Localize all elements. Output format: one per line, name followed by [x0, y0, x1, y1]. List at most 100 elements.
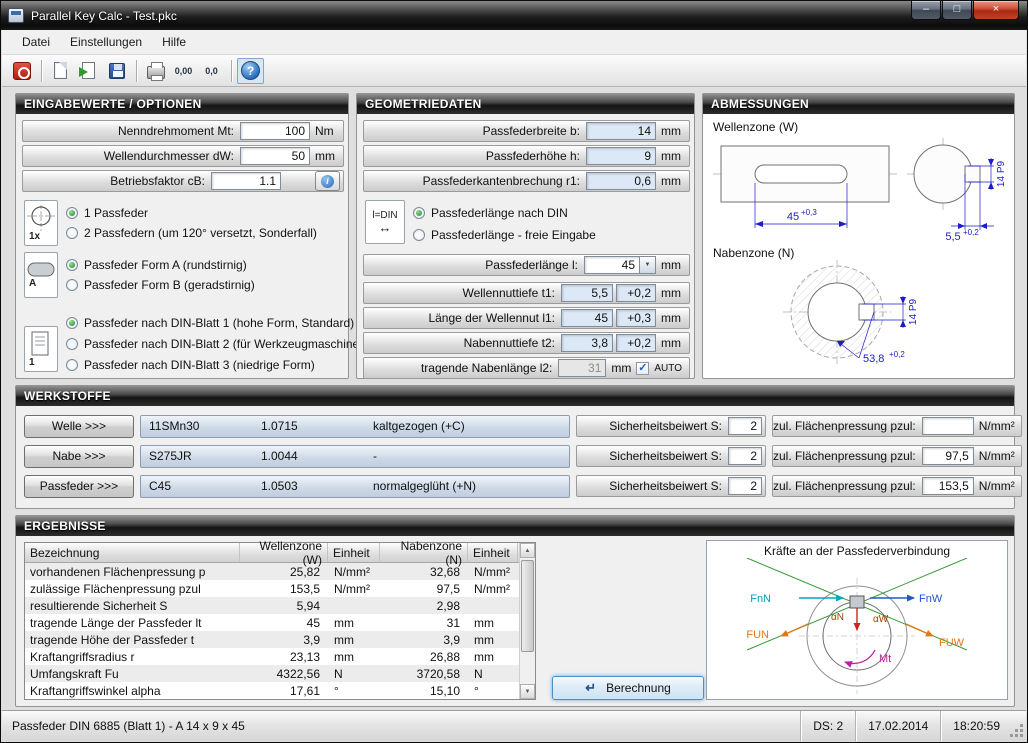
- passfederlaenge-dropdown[interactable]: ▼: [640, 256, 656, 274]
- passfeder-anzahl-icon: 1x: [24, 200, 58, 246]
- material-treatment: normalgeglüht (+N): [373, 479, 569, 493]
- passfeder-material-bar[interactable]: C45 1.0503 normalgeglüht (+N): [140, 475, 570, 498]
- radio-2-passfedern[interactable]: 2 Passfedern (um 120° versetzt, Sonderfa…: [66, 226, 317, 240]
- radio-1-passfeder[interactable]: 1 Passfeder: [66, 206, 148, 220]
- wellennuttiefe-input[interactable]: 5,5: [561, 284, 613, 302]
- exit-icon: [13, 62, 31, 80]
- radio-din-blatt-2[interactable]: Passfeder nach DIN-Blatt 2 (für Werkzeug…: [66, 337, 370, 351]
- nenndrehmoment-input[interactable]: 100: [240, 122, 310, 140]
- radio-icon[interactable]: [413, 207, 425, 219]
- col-einheit-1[interactable]: Einheit: [328, 543, 380, 562]
- app-icon: [8, 8, 24, 23]
- status-bar: Passfeder DIN 6885 (Blatt 1) - A 14 x 9 …: [2, 710, 1026, 741]
- open-file-button[interactable]: [75, 58, 102, 84]
- table-scrollbar[interactable]: ▲ ▼: [519, 543, 535, 699]
- col-einheit-2[interactable]: Einheit: [468, 543, 518, 562]
- decimal-increase-button[interactable]: 0,00: [170, 58, 197, 84]
- werkstoff-row-passfeder: Passfeder >>> C45 1.0503 normalgeglüht (…: [24, 474, 1006, 498]
- save-icon: [109, 63, 125, 79]
- dim-welle-laenge: 45: [787, 211, 799, 223]
- exit-button[interactable]: [8, 58, 35, 84]
- sicherheitsbeiwert-input[interactable]: 2: [728, 477, 762, 495]
- sicherheitsbeiwert-label: Sicherheitsbeiwert S:: [577, 449, 728, 463]
- nabennuttiefe-input[interactable]: 3,8: [561, 334, 613, 352]
- minimize-icon: –: [923, 3, 929, 15]
- col-bezeichnung[interactable]: Bezeichnung: [25, 543, 240, 562]
- decimal-decrease-button[interactable]: 0,0: [198, 58, 225, 84]
- cell: mm: [468, 650, 518, 664]
- berechnung-label: Berechnung: [606, 681, 671, 695]
- passfederhoehe-input[interactable]: 9: [586, 147, 656, 165]
- maximize-button[interactable]: □: [942, 1, 972, 20]
- flaechenpressung-input[interactable]: 97,5: [922, 447, 974, 465]
- passfederbreite-input[interactable]: 14: [586, 122, 656, 140]
- sicherheitsbeiwert-input[interactable]: 2: [728, 447, 762, 465]
- label-alpha-w: αW: [873, 614, 889, 625]
- flaechenpressung-input[interactable]: 153,5: [922, 477, 974, 495]
- cell: mm: [468, 633, 518, 647]
- help-button[interactable]: ?: [237, 58, 264, 84]
- wellennut-laenge-input[interactable]: 45: [561, 309, 613, 327]
- radio-icon[interactable]: [413, 229, 425, 241]
- radio-form-b[interactable]: Passfeder Form B (geradstirnig): [66, 278, 255, 292]
- wellennuttiefe-toleranz[interactable]: +0,2: [616, 284, 656, 302]
- passfeder-form-icon: A: [24, 252, 58, 298]
- title-bar[interactable]: Parallel Key Calc - Test.pkc – □ ×: [1, 1, 1027, 30]
- label-fuw: FUW: [939, 637, 965, 649]
- radio-din-blatt-1[interactable]: Passfeder nach DIN-Blatt 1 (hohe Form, S…: [66, 316, 354, 330]
- nabe-button[interactable]: Nabe >>>: [24, 445, 134, 468]
- passfeder-button[interactable]: Passfeder >>>: [24, 475, 134, 498]
- berechnung-button[interactable]: ↵ Berechnung: [552, 676, 704, 700]
- panel-ergebnisse: ERGEBNISSE Bezeichnung Wellenzone (W) Ei…: [15, 515, 1015, 707]
- results-table: Bezeichnung Wellenzone (W) Einheit Naben…: [24, 542, 536, 700]
- radio-icon[interactable]: [66, 359, 78, 371]
- welle-material-bar[interactable]: 11SMn30 1.0715 kaltgezogen (+C): [140, 415, 570, 438]
- radio-icon[interactable]: [66, 279, 78, 291]
- close-button[interactable]: ×: [973, 1, 1019, 20]
- passfederlaenge-input[interactable]: 45: [584, 256, 640, 274]
- sicherheitsbeiwert-input[interactable]: 2: [728, 417, 762, 435]
- flaechenpressung-input[interactable]: [922, 417, 974, 435]
- cell: 3720,58: [380, 667, 468, 681]
- table-row: tragende Länge der Passfeder lt45mm31mm: [25, 614, 520, 631]
- radio-din-blatt-3[interactable]: Passfeder nach DIN-Blatt 3 (niedrige For…: [66, 358, 315, 372]
- save-button[interactable]: [103, 58, 130, 84]
- nabennuttiefe-toleranz[interactable]: +0,2: [616, 334, 656, 352]
- table-row: Kraftangriffsradius r23,13mm26,88mm: [25, 648, 520, 665]
- kantenbrechung-input[interactable]: 0,6: [586, 172, 656, 190]
- wellendurchmesser-input[interactable]: 50: [240, 147, 310, 165]
- radio-laenge-frei[interactable]: Passfederlänge - freie Eingabe: [413, 228, 596, 242]
- scroll-up-button[interactable]: ▲: [520, 543, 535, 558]
- scroll-down-button[interactable]: ▼: [520, 684, 535, 699]
- minimize-button[interactable]: –: [911, 1, 941, 20]
- print-button[interactable]: [142, 58, 169, 84]
- radio-icon[interactable]: [66, 259, 78, 271]
- radio-laenge-nach-din[interactable]: Passfederlänge nach DIN: [413, 206, 568, 220]
- resize-grip[interactable]: [1012, 711, 1026, 741]
- radio-icon[interactable]: [66, 317, 78, 329]
- radio-form-a[interactable]: Passfeder Form A (rundstirnig): [66, 258, 247, 272]
- material-name: C45: [141, 479, 261, 493]
- auto-checkbox[interactable]: ✓: [636, 362, 649, 375]
- welle-button[interactable]: Welle >>>: [24, 415, 134, 438]
- wellenzone-drawing: 45 +0,3 14 P9 5,5 +0,2: [707, 134, 1012, 246]
- cell: resultierende Sicherheit S: [25, 599, 240, 613]
- radio-icon[interactable]: [66, 207, 78, 219]
- wellendurchmesser-row: Wellendurchmesser dW: 50 mm: [22, 145, 344, 167]
- radio-icon[interactable]: [66, 338, 78, 350]
- material-number: 1.0044: [261, 449, 373, 463]
- col-nabenzone[interactable]: Nabenzone (N): [380, 543, 468, 562]
- wellennut-laenge-toleranz[interactable]: +0,3: [616, 309, 656, 327]
- scroll-thumb[interactable]: [521, 560, 534, 652]
- radio-icon[interactable]: [66, 227, 78, 239]
- betriebsfaktor-input[interactable]: 1.1: [211, 172, 281, 190]
- nabe-material-bar[interactable]: S275JR 1.0044 -: [140, 445, 570, 468]
- new-file-button[interactable]: [47, 58, 74, 84]
- nabenzone-drawing: 14 P9 53,8 +0,2: [707, 260, 1012, 374]
- menu-datei[interactable]: Datei: [12, 31, 60, 53]
- menu-hilfe[interactable]: Hilfe: [152, 31, 196, 53]
- betriebsfaktor-info-button[interactable]: i: [315, 171, 340, 191]
- menu-einstellungen[interactable]: Einstellungen: [60, 31, 152, 53]
- col-wellenzone[interactable]: Wellenzone (W): [240, 543, 328, 562]
- kantenbrechung-unit: mm: [656, 174, 686, 188]
